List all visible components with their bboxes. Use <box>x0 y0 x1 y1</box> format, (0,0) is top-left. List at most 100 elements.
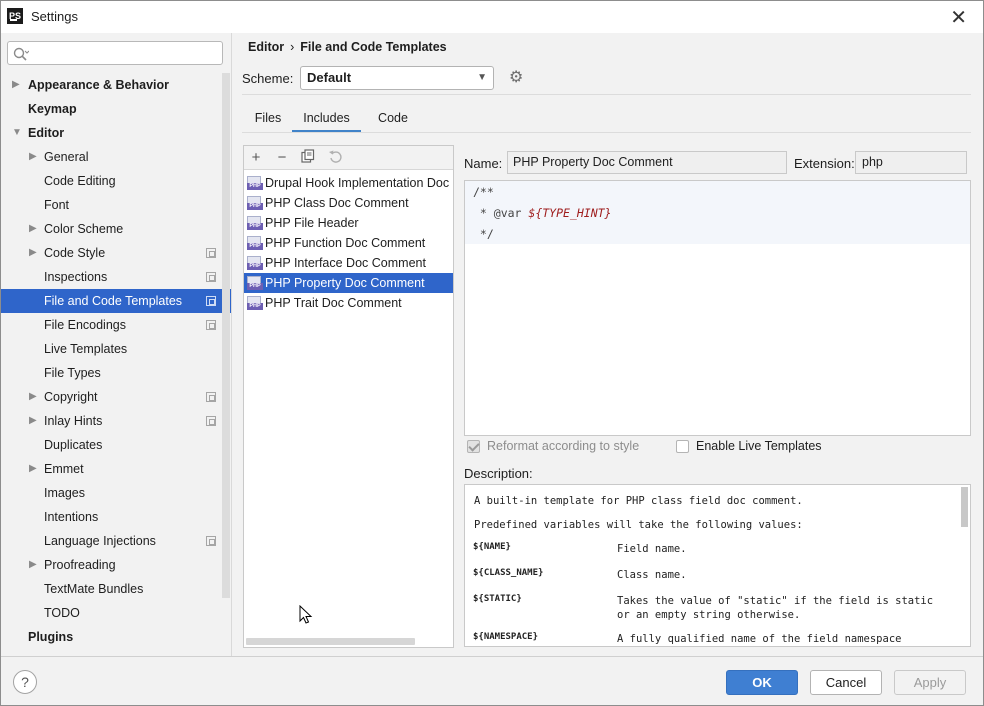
sidebar-item-code-editing[interactable]: Code Editing <box>1 169 231 193</box>
chevron-right-icon[interactable]: ▶ <box>29 553 37 577</box>
list-item-label: Drupal Hook Implementation Doc Comment <box>265 176 453 190</box>
list-item[interactable]: PHP PHP Class Doc Comment <box>244 193 453 213</box>
project-scope-icon <box>206 296 216 306</box>
dialog-button-bar: ? OK Cancel Apply <box>1 656 983 705</box>
description-panel: A built-in template for PHP class field … <box>464 484 971 647</box>
list-item[interactable]: PHP PHP File Header <box>244 213 453 233</box>
list-item[interactable]: PHP PHP Trait Doc Comment <box>244 293 453 313</box>
scheme-select[interactable]: Default ▼ <box>300 66 494 90</box>
list-toolbar: + − <box>244 146 453 170</box>
sidebar-item-images[interactable]: Images <box>1 481 231 505</box>
sidebar-item-label: Code Editing <box>44 174 116 188</box>
tab-code[interactable]: Code <box>368 106 418 133</box>
ok-button[interactable]: OK <box>726 670 798 695</box>
templates-list: PHPDrupal Hook Implementation Doc Commen… <box>244 173 453 313</box>
sidebar-item-todo[interactable]: TODO <box>1 601 231 625</box>
sidebar-item-inlay-hints[interactable]: ▶ Inlay Hints <box>1 409 231 433</box>
tab-files[interactable]: Files <box>248 106 288 133</box>
php-file-icon: PHP <box>247 176 263 190</box>
sidebar-item-font[interactable]: Font <box>1 193 231 217</box>
sidebar-item-copyright[interactable]: ▶ Copyright <box>1 385 231 409</box>
template-code: /** * @var ${TYPE_HINT} */ <box>473 182 611 245</box>
sidebar-item-textmate-bundles[interactable]: TextMate Bundles <box>1 577 231 601</box>
php-file-icon: PHP <box>247 276 263 290</box>
breadcrumb-parent[interactable]: Editor <box>248 40 284 54</box>
description-intro: A built-in template for PHP class field … <box>474 495 803 507</box>
cancel-button[interactable]: Cancel <box>810 670 882 695</box>
chevron-right-icon[interactable]: ▶ <box>29 217 37 241</box>
sidebar-item-proofreading[interactable]: ▶ Proofreading <box>1 553 231 577</box>
sidebar-item-editor[interactable]: ▼ Editor <box>1 121 231 145</box>
project-scope-icon <box>206 320 216 330</box>
sidebar-item-label: File and Code Templates <box>44 294 183 308</box>
chevron-right-icon[interactable]: ▶ <box>29 241 37 265</box>
sidebar-item-file-types[interactable]: File Types <box>1 361 231 385</box>
undo-icon[interactable] <box>326 149 344 167</box>
sidebar-item-label: Font <box>44 198 70 212</box>
gear-icon[interactable]: ⚙ <box>509 70 523 86</box>
sidebar-item-inspections[interactable]: Inspections <box>1 265 231 289</box>
php-file-icon-text: PHP <box>247 183 263 190</box>
chevron-down-icon[interactable]: ▼ <box>12 121 22 145</box>
sidebar-item-label: Intentions <box>44 510 99 524</box>
divider <box>242 94 971 95</box>
template-editor[interactable]: /** * @var ${TYPE_HINT} */ <box>464 180 971 436</box>
extension-field[interactable]: php <box>855 151 967 174</box>
php-file-icon: PHP <box>247 296 263 310</box>
list-horizontal-scrollbar[interactable] <box>246 638 415 645</box>
sidebar-item-code-style[interactable]: ▶ Code Style <box>1 241 231 265</box>
sidebar-scrollbar[interactable] <box>222 73 230 598</box>
sidebar-item-live-templates[interactable]: Live Templates <box>1 337 231 361</box>
add-icon[interactable]: + <box>247 149 265 167</box>
sidebar-item-appearance-behavior[interactable]: ▶ Appearance & Behavior <box>1 73 231 97</box>
live-templates-checkbox-box[interactable] <box>676 440 689 453</box>
chevron-right-icon[interactable]: ▶ <box>29 145 37 169</box>
chevron-right-icon[interactable]: ▶ <box>29 409 37 433</box>
project-scope-icon <box>206 536 216 546</box>
sidebar-item-label: Copyright <box>44 390 98 404</box>
code-line-3: */ <box>473 227 494 241</box>
sidebar-item-keymap[interactable]: Keymap <box>1 97 231 121</box>
sidebar-item-label: Images <box>44 486 85 500</box>
list-item[interactable]: PHP PHP Interface Doc Comment <box>244 253 453 273</box>
php-file-icon: PHP <box>247 216 263 230</box>
list-item[interactable]: PHP PHP Property Doc Comment <box>244 273 453 293</box>
sidebar-item-file-and-code-templates[interactable]: File and Code Templates <box>1 289 231 313</box>
help-button[interactable]: ? <box>13 670 37 694</box>
sidebar-item-label: Code Style <box>44 246 106 260</box>
chevron-right-icon[interactable]: ▶ <box>29 457 37 481</box>
search-input[interactable] <box>7 41 223 65</box>
sidebar-item-general[interactable]: ▶ General <box>1 145 231 169</box>
sidebar-item-language-injections[interactable]: Language Injections <box>1 529 231 553</box>
sidebar-item-label: Duplicates <box>44 438 103 452</box>
remove-icon[interactable]: − <box>273 149 291 167</box>
sidebar-item-duplicates[interactable]: Duplicates <box>1 433 231 457</box>
list-item[interactable]: PHPDrupal Hook Implementation Doc Commen… <box>244 173 453 193</box>
list-item-label: PHP Interface Doc Comment <box>265 256 426 270</box>
sidebar-item-file-encodings[interactable]: File Encodings <box>1 313 231 337</box>
sidebar-item-label: Proofreading <box>44 558 116 572</box>
sidebar-item-intentions[interactable]: Intentions <box>1 505 231 529</box>
settings-window: PS Settings ✕ ▶ Appearance & Behavior Keym… <box>0 0 984 706</box>
tab-includes[interactable]: Includes <box>292 106 361 133</box>
description-scrollbar[interactable] <box>961 487 968 527</box>
project-scope-icon <box>206 248 216 258</box>
sidebar-item-emmet[interactable]: ▶ Emmet <box>1 457 231 481</box>
name-field[interactable]: PHP Property Doc Comment <box>507 151 787 174</box>
apply-button[interactable]: Apply <box>894 670 966 695</box>
list-item[interactable]: PHP PHP Function Doc Comment <box>244 233 453 253</box>
php-file-icon-text: PHP <box>247 303 263 310</box>
reformat-checkbox-box[interactable] <box>467 440 480 453</box>
copy-icon[interactable] <box>299 149 317 167</box>
sidebar-item-plugins[interactable]: Plugins <box>1 625 231 649</box>
list-item-label: PHP Trait Doc Comment <box>265 296 402 310</box>
close-icon[interactable]: ✕ <box>950 5 967 30</box>
php-file-icon-text: PHP <box>247 263 263 270</box>
sidebar-item-label: Emmet <box>44 462 84 476</box>
sidebar-item-color-scheme[interactable]: ▶ Color Scheme <box>1 217 231 241</box>
sidebar-item-label: TextMate Bundles <box>44 582 144 596</box>
php-file-icon: PHP <box>247 196 263 210</box>
description-predefined: Predefined variables will take the follo… <box>474 519 803 531</box>
chevron-right-icon[interactable]: ▶ <box>29 385 37 409</box>
chevron-right-icon[interactable]: ▶ <box>12 73 20 97</box>
